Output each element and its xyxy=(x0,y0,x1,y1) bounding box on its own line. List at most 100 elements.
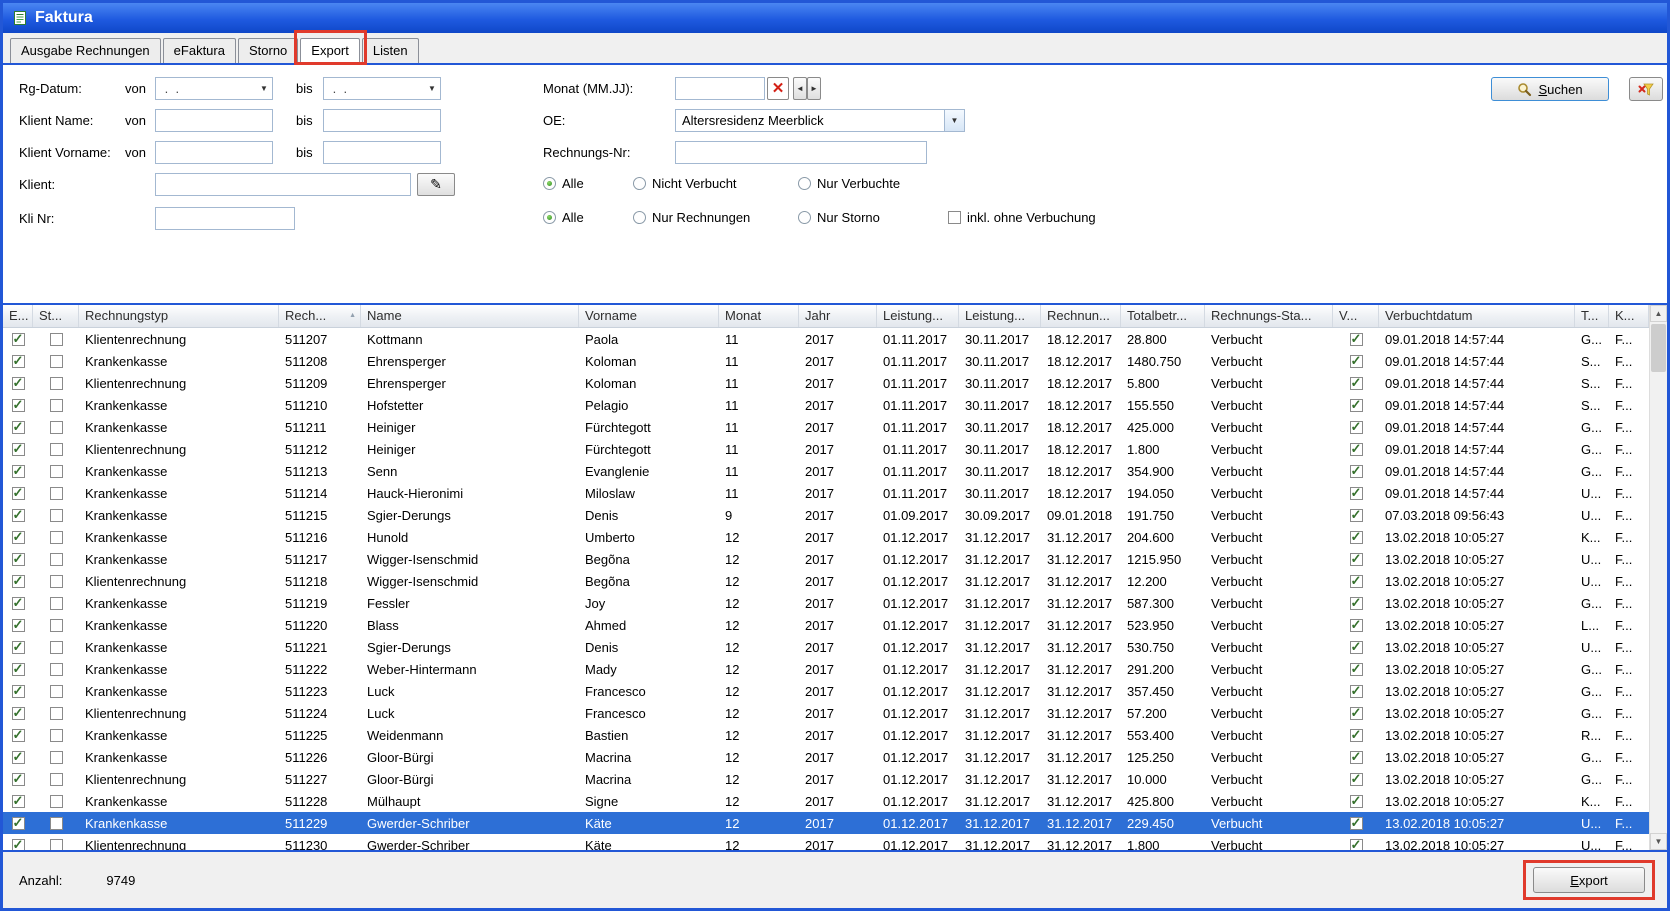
v-checkbox[interactable] xyxy=(1350,333,1363,346)
chevron-down-icon[interactable]: ▼ xyxy=(944,110,964,131)
inkl-checkbox[interactable] xyxy=(948,211,961,224)
chevron-down-icon[interactable]: ▼ xyxy=(256,84,272,93)
e-checkbox[interactable] xyxy=(12,575,25,588)
st-checkbox[interactable] xyxy=(50,465,63,478)
table-row[interactable]: Klientenrechnung511224LuckFrancesco12201… xyxy=(3,702,1649,724)
radio-alle[interactable]: Alle xyxy=(543,210,633,225)
st-checkbox[interactable] xyxy=(50,575,63,588)
e-checkbox[interactable] xyxy=(12,553,25,566)
e-checkbox[interactable] xyxy=(12,531,25,544)
v-checkbox[interactable] xyxy=(1350,773,1363,786)
table-row[interactable]: Klientenrechnung511218Wigger-IsenschmidB… xyxy=(3,570,1649,592)
column-header-rech[interactable]: Rech...▲ xyxy=(279,305,361,327)
column-header-t[interactable]: T... xyxy=(1575,305,1609,327)
table-row[interactable]: Krankenkasse511221Sgier-DerungsDenis1220… xyxy=(3,636,1649,658)
st-checkbox[interactable] xyxy=(50,641,63,654)
v-checkbox[interactable] xyxy=(1350,487,1363,500)
tab-efaktura[interactable]: eFaktura xyxy=(163,38,236,63)
klient-name-von-input[interactable] xyxy=(155,109,273,132)
e-checkbox[interactable] xyxy=(12,663,25,676)
v-checkbox[interactable] xyxy=(1350,839,1363,852)
v-checkbox[interactable] xyxy=(1350,355,1363,368)
rg-datum-bis-input[interactable]: . . ▼ xyxy=(323,77,441,100)
table-row[interactable]: Klientenrechnung511209EhrenspergerKoloma… xyxy=(3,372,1649,394)
v-checkbox[interactable] xyxy=(1350,663,1363,676)
v-checkbox[interactable] xyxy=(1350,465,1363,478)
column-header-st[interactable]: St... xyxy=(33,305,79,327)
e-checkbox[interactable] xyxy=(12,773,25,786)
table-row[interactable]: Krankenkasse511208EhrenspergerKoloman112… xyxy=(3,350,1649,372)
scroll-down-button[interactable]: ▼ xyxy=(1650,833,1667,850)
e-checkbox[interactable] xyxy=(12,839,25,852)
column-header-name[interactable]: Name xyxy=(361,305,579,327)
e-checkbox[interactable] xyxy=(12,795,25,808)
e-checkbox[interactable] xyxy=(12,333,25,346)
oe-select[interactable]: Altersresidenz Meerblick ▼ xyxy=(675,109,965,132)
chevron-down-icon[interactable]: ▼ xyxy=(424,84,440,93)
v-checkbox[interactable] xyxy=(1350,707,1363,720)
tab-storno[interactable]: Storno xyxy=(238,38,298,63)
table-row[interactable]: Krankenkasse511216HunoldUmberto12201701.… xyxy=(3,526,1649,548)
v-checkbox[interactable] xyxy=(1350,685,1363,698)
st-checkbox[interactable] xyxy=(50,443,63,456)
tab-ausgabe-rechnungen[interactable]: Ausgabe Rechnungen xyxy=(10,38,161,63)
table-row[interactable]: Klientenrechnung511207KottmannPaola11201… xyxy=(3,328,1649,350)
e-checkbox[interactable] xyxy=(12,751,25,764)
st-checkbox[interactable] xyxy=(50,597,63,610)
e-checkbox[interactable] xyxy=(12,443,25,456)
radio-nicht-verbucht[interactable]: Nicht Verbucht xyxy=(633,176,798,191)
export-button[interactable]: Export xyxy=(1533,867,1645,893)
st-checkbox[interactable] xyxy=(50,531,63,544)
e-checkbox[interactable] xyxy=(12,487,25,500)
klient-edit-button[interactable]: ✎ xyxy=(417,173,455,196)
table-row[interactable]: Krankenkasse511223LuckFrancesco12201701.… xyxy=(3,680,1649,702)
v-checkbox[interactable] xyxy=(1350,575,1363,588)
v-checkbox[interactable] xyxy=(1350,619,1363,632)
column-header-leistung[interactable]: Leistung... xyxy=(877,305,959,327)
e-checkbox[interactable] xyxy=(12,355,25,368)
v-checkbox[interactable] xyxy=(1350,597,1363,610)
column-header-monat[interactable]: Monat xyxy=(719,305,799,327)
e-checkbox[interactable] xyxy=(12,707,25,720)
v-checkbox[interactable] xyxy=(1350,421,1363,434)
rg-datum-von-input[interactable]: . . ▼ xyxy=(155,77,273,100)
monat-input[interactable] xyxy=(675,77,765,100)
st-checkbox[interactable] xyxy=(50,839,63,852)
st-checkbox[interactable] xyxy=(50,729,63,742)
column-header-leistung[interactable]: Leistung... xyxy=(959,305,1041,327)
column-header-verbuchtdatum[interactable]: Verbuchtdatum xyxy=(1379,305,1575,327)
v-checkbox[interactable] xyxy=(1350,443,1363,456)
table-row[interactable]: Klientenrechnung511227Gloor-BürgiMacrina… xyxy=(3,768,1649,790)
rechnungs-nr-input[interactable] xyxy=(675,141,927,164)
table-row[interactable]: Krankenkasse511229Gwerder-SchriberKäte12… xyxy=(3,812,1649,834)
st-checkbox[interactable] xyxy=(50,553,63,566)
st-checkbox[interactable] xyxy=(50,663,63,676)
radio-nur-rechnungen[interactable]: Nur Rechnungen xyxy=(633,210,798,225)
st-checkbox[interactable] xyxy=(50,509,63,522)
st-checkbox[interactable] xyxy=(50,377,63,390)
st-checkbox[interactable] xyxy=(50,685,63,698)
st-checkbox[interactable] xyxy=(50,751,63,764)
table-row[interactable]: Krankenkasse511220BlassAhmed12201701.12.… xyxy=(3,614,1649,636)
st-checkbox[interactable] xyxy=(50,355,63,368)
table-row[interactable]: Krankenkasse511213SennEvanglenie11201701… xyxy=(3,460,1649,482)
e-checkbox[interactable] xyxy=(12,685,25,698)
v-checkbox[interactable] xyxy=(1350,531,1363,544)
v-checkbox[interactable] xyxy=(1350,729,1363,742)
v-checkbox[interactable] xyxy=(1350,817,1363,830)
e-checkbox[interactable] xyxy=(12,399,25,412)
table-row[interactable]: Krankenkasse511215Sgier-DerungsDenis9201… xyxy=(3,504,1649,526)
column-header-vorname[interactable]: Vorname xyxy=(579,305,719,327)
klient-input[interactable] xyxy=(155,173,411,196)
klient-name-bis-input[interactable] xyxy=(323,109,441,132)
scroll-up-button[interactable]: ▲ xyxy=(1650,305,1667,322)
monat-clear-button[interactable]: ✕ xyxy=(767,77,789,100)
vertical-scrollbar[interactable]: ▲ ▼ xyxy=(1649,305,1667,850)
column-header-e[interactable]: E... xyxy=(3,305,33,327)
klient-vorname-von-input[interactable] xyxy=(155,141,273,164)
st-checkbox[interactable] xyxy=(50,487,63,500)
st-checkbox[interactable] xyxy=(50,619,63,632)
e-checkbox[interactable] xyxy=(12,619,25,632)
v-checkbox[interactable] xyxy=(1350,641,1363,654)
st-checkbox[interactable] xyxy=(50,333,63,346)
